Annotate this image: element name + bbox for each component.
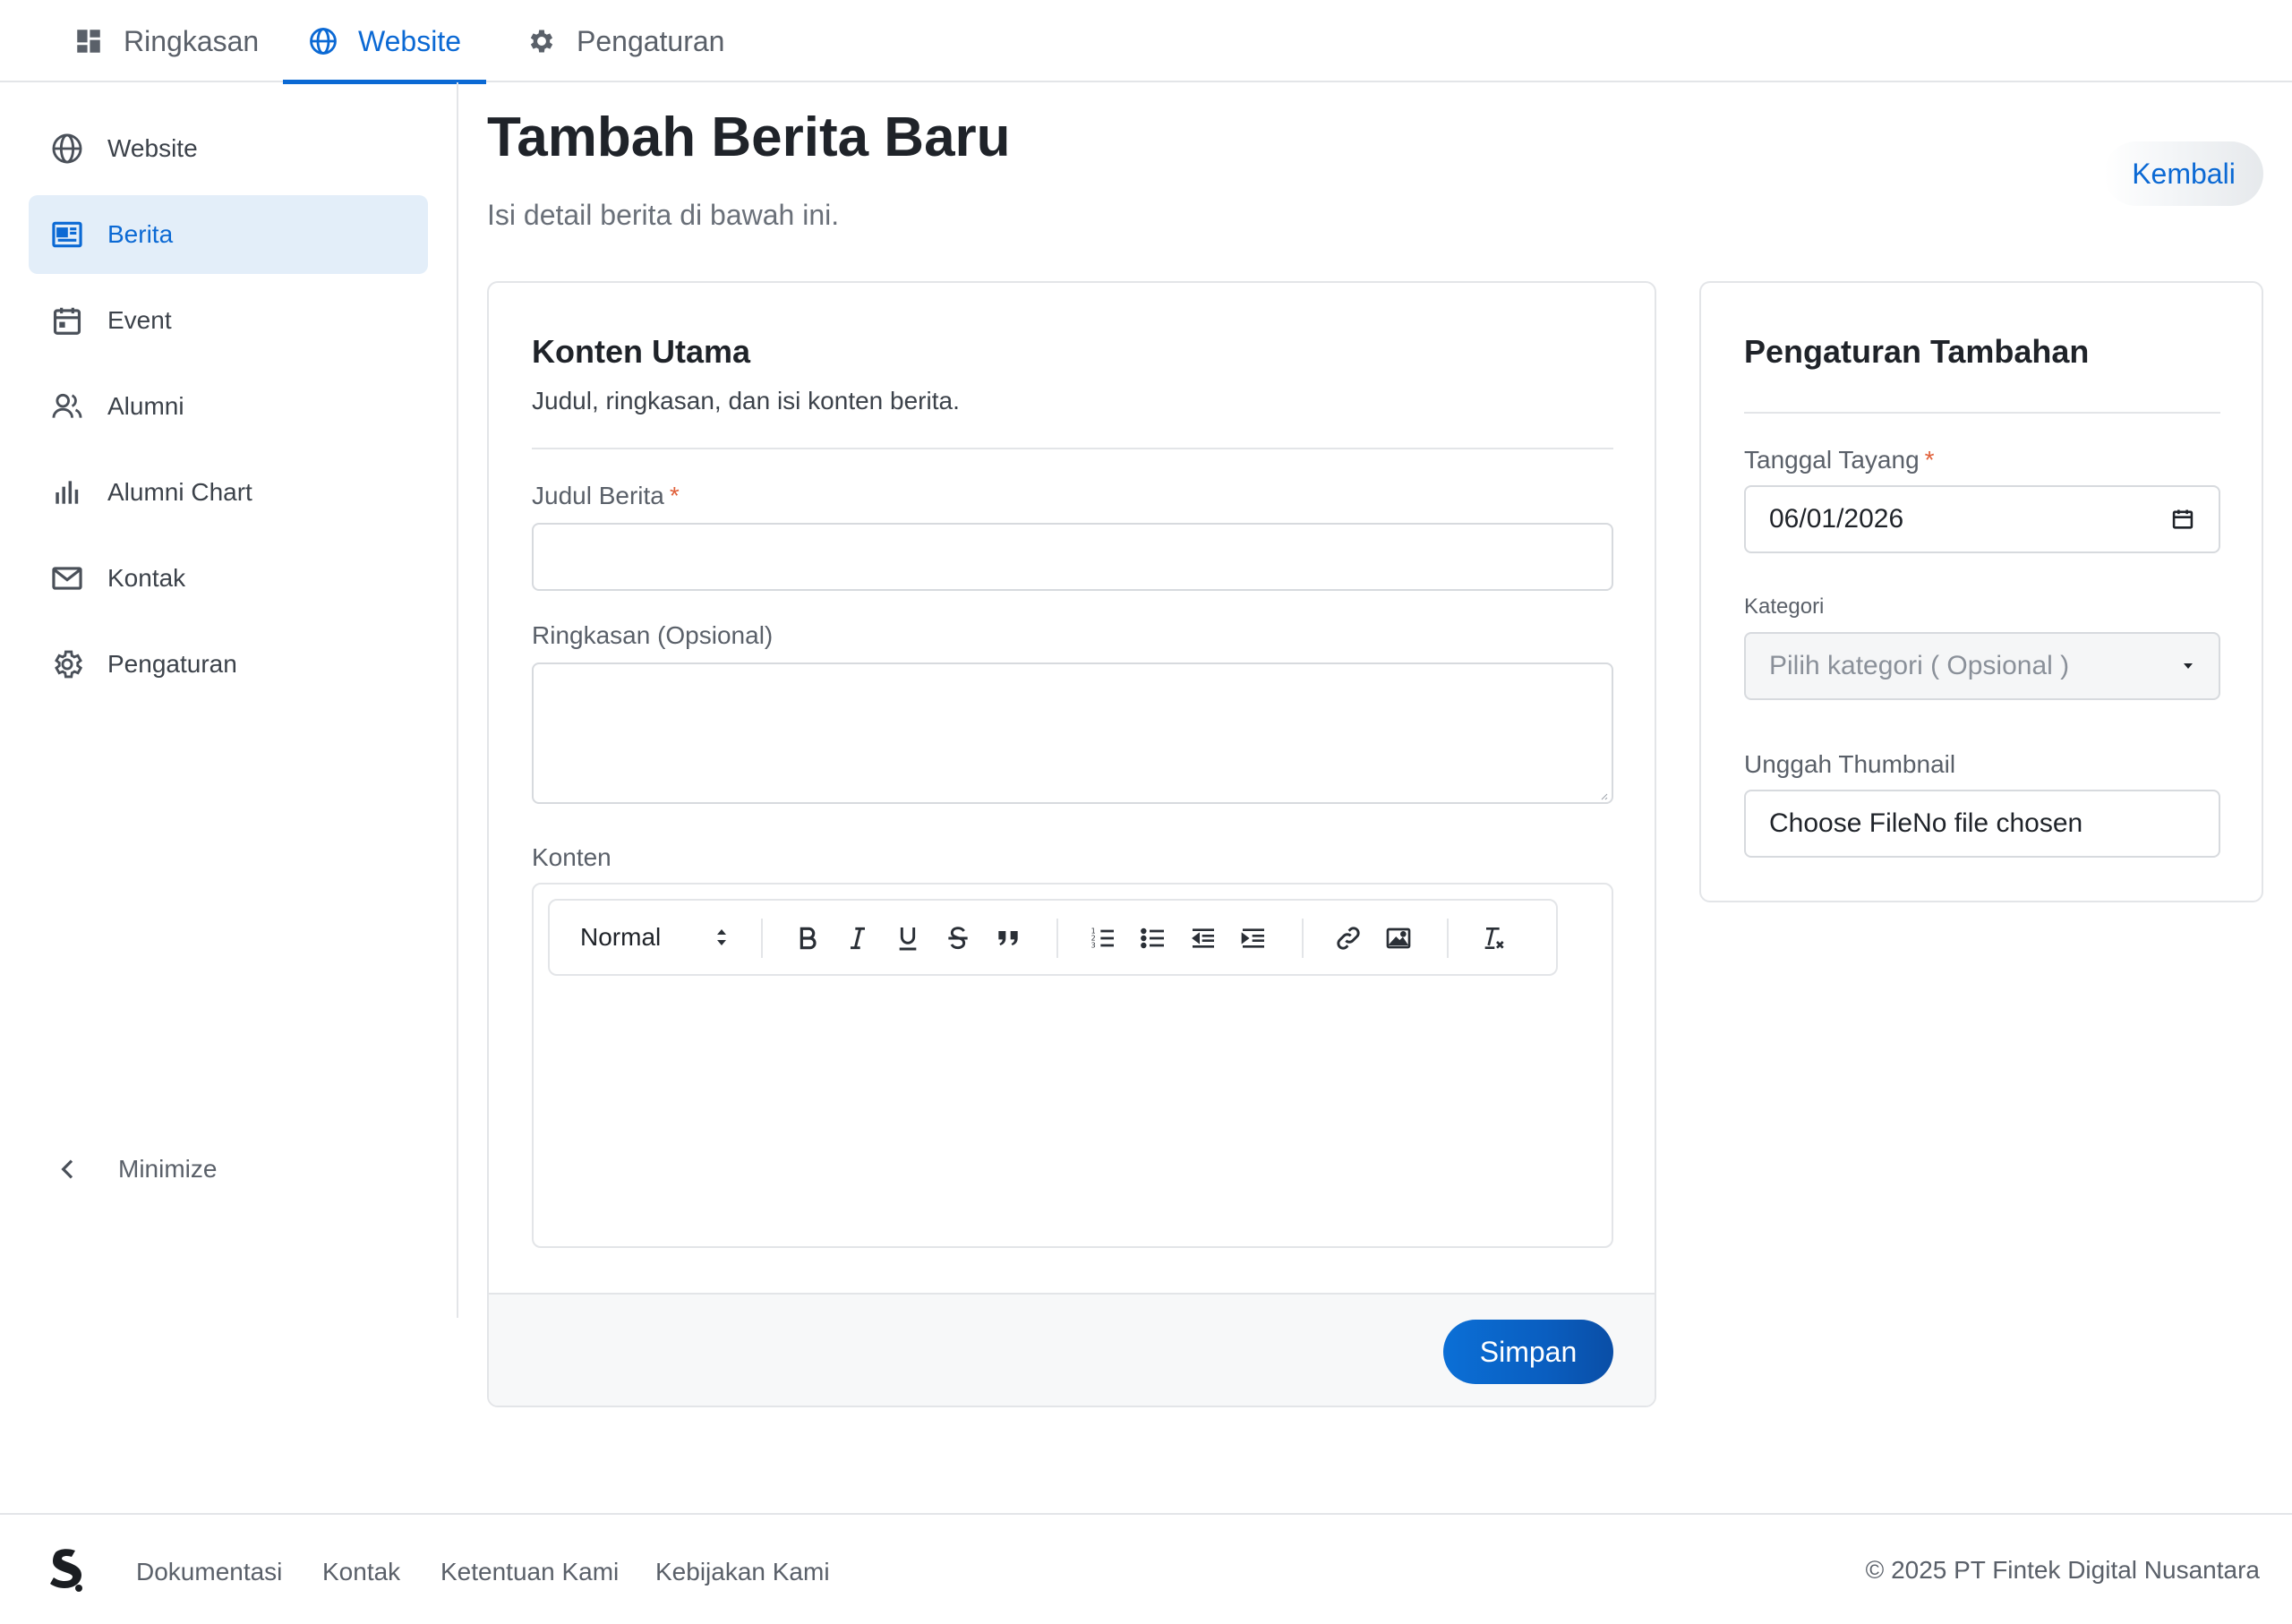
newspaper-icon (50, 218, 84, 252)
sidebar-item-label: Alumni Chart (107, 478, 252, 506)
ordered-list-icon[interactable]: 123 (1087, 922, 1119, 954)
sidebar-item-label: Pengaturan (107, 650, 237, 678)
sidebar-item-alumni[interactable]: Alumni (29, 367, 428, 446)
bar-chart-icon (50, 475, 84, 509)
calendar-icon[interactable] (2170, 507, 2195, 532)
sidebar-item-pengaturan[interactable]: Pengaturan (29, 625, 428, 704)
divider (532, 448, 1613, 449)
italic-icon[interactable] (842, 922, 874, 954)
sidebar-item-kontak[interactable]: Kontak (29, 539, 428, 618)
category-placeholder: Pilih kategori ( Opsional ) (1769, 651, 2070, 680)
top-tab-bar: Ringkasan Website Pengaturan (0, 0, 2292, 84)
underline-icon[interactable] (892, 922, 924, 954)
card-title: Pengaturan Tambahan (1744, 333, 2090, 370)
caret-down-icon (2181, 662, 2195, 671)
globe-icon (308, 26, 338, 56)
footer-link-kontak[interactable]: Kontak (322, 1558, 400, 1586)
chevron-left-icon (54, 1155, 82, 1184)
minimize-label: Minimize (118, 1155, 218, 1183)
outdent-icon[interactable] (1187, 922, 1219, 954)
globe-icon (50, 132, 84, 166)
tab-ringkasan[interactable]: Ringkasan (48, 0, 284, 82)
strikethrough-icon[interactable] (942, 922, 974, 954)
rich-text-editor[interactable]: Normal 123 (532, 883, 1613, 1248)
sidebar-item-alumni-chart[interactable]: Alumni Chart (29, 453, 428, 532)
summary-field-label: Ringkasan (Opsional) (532, 621, 774, 649)
required-mark: * (1924, 446, 1935, 474)
sidebar-item-label: Berita (107, 220, 174, 248)
footer-link-dokumentasi[interactable]: Dokumentasi (136, 1558, 282, 1586)
calendar-icon (50, 303, 84, 338)
brand-logo (45, 1547, 90, 1597)
thumbnail-field-label: Unggah Thumbnail (1744, 750, 1956, 778)
title-input[interactable] (532, 523, 1613, 591)
image-icon[interactable] (1382, 922, 1415, 954)
toolbar-separator (1447, 919, 1449, 958)
bullet-list-icon[interactable] (1137, 922, 1169, 954)
save-button[interactable]: Simpan (1443, 1320, 1613, 1384)
editor-toolbar: Normal 123 (548, 899, 1558, 976)
sidebar-item-label: Event (107, 306, 172, 334)
summary-textarea[interactable] (532, 662, 1613, 804)
card-footer: Simpan (489, 1293, 1655, 1406)
format-select-value: Normal (580, 923, 662, 951)
svg-text:3: 3 (1091, 942, 1096, 950)
tab-pengaturan[interactable]: Pengaturan (501, 0, 749, 82)
minimize-button[interactable]: Minimize (54, 1155, 217, 1184)
copyright-text: © 2025 PT Fintek Digital Nusantara (1865, 1556, 2260, 1584)
clear-format-icon[interactable] (1477, 922, 1509, 954)
required-mark: * (669, 482, 680, 509)
toolbar-separator (761, 919, 763, 958)
page-subtitle: Isi detail berita di bawah ini. (487, 199, 840, 231)
date-value: 06/01/2026 (1769, 504, 1904, 534)
sort-arrows-icon (714, 926, 729, 949)
page-footer: Dokumentasi Kontak Ketentuan Kami Kebija… (0, 1513, 2292, 1624)
sidebar-item-label: Alumni (107, 392, 184, 420)
card-title: Konten Utama (532, 333, 751, 370)
tab-ringkasan-label: Ringkasan (124, 24, 260, 57)
sidebar-item-website[interactable]: Website (29, 109, 428, 188)
thumbnail-file-input[interactable]: Choose FileNo file chosen (1744, 790, 2220, 858)
page-title: Tambah Berita Baru (487, 107, 1011, 168)
footer-link-kebijakan[interactable]: Kebijakan Kami (655, 1558, 830, 1586)
format-select[interactable]: Normal (580, 901, 729, 974)
dashboard-icon (73, 26, 104, 56)
tab-website-label: Website (358, 24, 462, 57)
date-input[interactable]: 06/01/2026 (1744, 485, 2220, 553)
link-icon[interactable] (1332, 922, 1364, 954)
mail-icon (50, 561, 84, 595)
tab-pengaturan-label: Pengaturan (577, 24, 725, 57)
gear-icon (526, 26, 557, 56)
tab-website[interactable]: Website (283, 0, 487, 84)
toolbar-separator (1056, 919, 1058, 958)
gear-icon (50, 647, 84, 681)
main-content-card: Konten Utama Judul, ringkasan, dan isi k… (487, 281, 1656, 1407)
additional-settings-card: Pengaturan Tambahan Tanggal Tayang * 06/0… (1699, 281, 2263, 902)
sidebar-item-berita[interactable]: Berita (29, 195, 428, 274)
sidebar-item-event[interactable]: Event (29, 281, 428, 360)
category-select[interactable]: Pilih kategori ( Opsional ) (1744, 632, 2220, 700)
indent-icon[interactable] (1237, 922, 1270, 954)
card-description: Judul, ringkasan, dan isi konten berita. (532, 387, 960, 415)
editor-content-area[interactable] (534, 992, 1612, 1246)
divider (1744, 412, 2220, 414)
back-button[interactable]: Kembali (2104, 141, 2263, 206)
sidebar-item-label: Website (107, 134, 198, 162)
users-icon (50, 389, 84, 423)
date-field-label: Tanggal Tayang * (1744, 446, 1935, 474)
toolbar-separator (1302, 919, 1304, 958)
title-field-label: Judul Berita * (532, 482, 680, 509)
category-field-label: Kategori (1744, 594, 1825, 619)
sidebar-item-label: Kontak (107, 564, 186, 592)
content-field-label: Konten (532, 843, 611, 871)
bold-icon[interactable] (791, 922, 824, 954)
footer-link-ketentuan[interactable]: Ketentuan Kami (440, 1558, 619, 1586)
blockquote-icon[interactable] (992, 922, 1024, 954)
resize-handle[interactable] (1599, 791, 1608, 800)
